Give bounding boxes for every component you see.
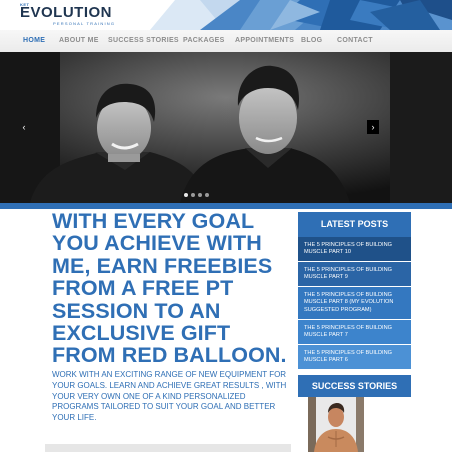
site-header: KET EVOLUTION PERSONAL TRAINING (0, 0, 452, 30)
nav-success-stories[interactable]: SUCCESS STORIES (108, 37, 179, 44)
post-link-4[interactable]: THE 5 PRINCIPLES OF BUILDING MUSCLE PART… (298, 320, 411, 344)
main-nav: HOME ABOUT ME SUCCESS STORIES PACKAGES A… (0, 30, 452, 53)
hero-photo (0, 52, 452, 203)
latest-posts-heading: LATEST POSTS (298, 212, 411, 237)
main-headline: WITH EVERY GOAL YOU ACHIEVE WITH ME, EAR… (52, 209, 287, 368)
success-story-image (308, 397, 364, 452)
nav-packages[interactable]: PACKAGES (183, 37, 225, 44)
logo-subtitle: PERSONAL TRAINING (53, 21, 116, 26)
success-story-photo[interactable] (308, 397, 364, 452)
hero-slider[interactable]: ‹ › (0, 52, 452, 203)
slider-dot-1[interactable] (184, 193, 188, 197)
slider-prev-arrow[interactable]: ‹ (18, 120, 30, 134)
nav-about-me[interactable]: ABOUT ME (59, 37, 99, 44)
post-link-5[interactable]: THE 5 PRINCIPLES OF BUILDING MUSCLE PART… (298, 345, 411, 369)
success-stories-heading: SUCCESS STORIES (298, 375, 411, 397)
chevron-left-icon: ‹ (22, 122, 26, 132)
slider-dot-3[interactable] (198, 193, 202, 197)
slider-next-arrow[interactable]: › (367, 120, 379, 134)
post-link-2[interactable]: THE 5 PRINCIPLES OF BUILDING MUSCLE PART… (298, 262, 411, 286)
content-footer-box (45, 444, 291, 452)
nav-contact[interactable]: CONTACT (337, 37, 373, 44)
slider-dot-4[interactable] (205, 193, 209, 197)
logo-wordmark: EVOLUTION (20, 4, 113, 21)
slider-dot-2[interactable] (191, 193, 195, 197)
chevron-right-icon: › (371, 122, 375, 132)
main-body-text: WORK WITH AN EXCITING RANGE OF NEW EQUIP… (52, 370, 287, 423)
post-link-1[interactable]: THE 5 PRINCIPLES OF BUILDING MUSCLE PART… (298, 237, 411, 261)
nav-home[interactable]: HOME (23, 37, 45, 44)
nav-blog[interactable]: BLOG (301, 37, 322, 44)
nav-appointments[interactable]: APPOINTMENTS (235, 37, 294, 44)
post-link-3[interactable]: THE 5 PRINCIPLES OF BUILDING MUSCLE PART… (298, 287, 411, 319)
